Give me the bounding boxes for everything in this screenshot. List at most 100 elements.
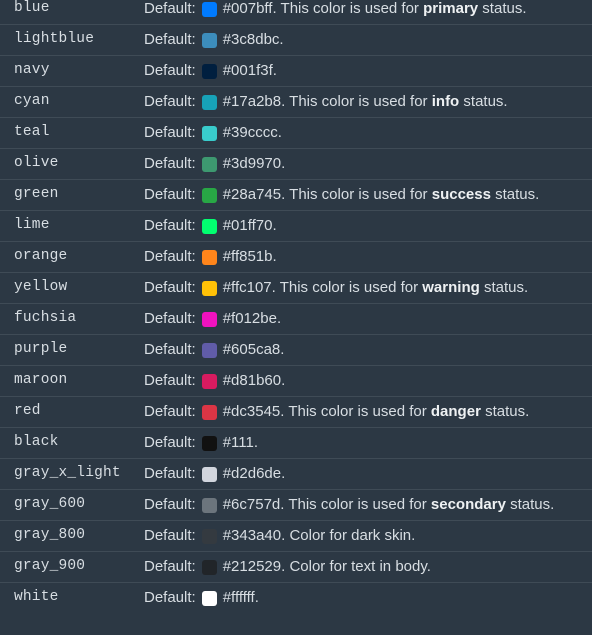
color-row: yellowDefault:#ffc107. This color is use… bbox=[0, 272, 592, 303]
color-description: Default: #3d9970. bbox=[144, 155, 582, 173]
default-label: Default: bbox=[144, 341, 196, 359]
color-swatch bbox=[202, 498, 217, 513]
default-label: Default: bbox=[144, 403, 196, 421]
default-label: Default: bbox=[144, 62, 196, 80]
color-hex-value: #343a40 bbox=[223, 527, 281, 545]
color-description: Default: #ff851b. bbox=[144, 248, 582, 266]
terminator: . bbox=[279, 31, 283, 49]
color-variable-name: gray_x_light bbox=[14, 465, 144, 482]
color-variable-name: white bbox=[14, 589, 144, 606]
color-variable-name: gray_900 bbox=[14, 558, 144, 575]
color-swatch bbox=[202, 591, 217, 606]
terminator: . bbox=[272, 248, 276, 266]
color-variable-name: cyan bbox=[14, 93, 144, 110]
status-note: . This color is used for info status. bbox=[281, 93, 507, 111]
color-description: Default: #dc3545. This color is used for … bbox=[144, 403, 582, 421]
color-description: Default: #001f3f. bbox=[144, 62, 582, 80]
status-keyword: danger bbox=[431, 403, 481, 420]
color-variable-name: yellow bbox=[14, 279, 144, 296]
terminator: . bbox=[278, 124, 282, 142]
color-description: Default:#ffc107. This color is used for … bbox=[144, 279, 582, 297]
color-swatch bbox=[202, 343, 217, 358]
color-variable-name: lime bbox=[14, 217, 144, 234]
color-description: Default:#d2d6de. bbox=[144, 465, 582, 483]
terminator: . bbox=[254, 434, 258, 452]
color-description: Default:#39cccc. bbox=[144, 124, 582, 142]
color-description: Default:#28a745. This color is used for … bbox=[144, 186, 582, 204]
default-label: Default: bbox=[144, 124, 196, 142]
color-hex-value: #ff851b bbox=[223, 248, 273, 266]
color-variable-name: maroon bbox=[14, 372, 144, 389]
terminator: . bbox=[281, 155, 285, 173]
color-description: Default:#3c8dbc. bbox=[144, 31, 582, 49]
color-variable-name: navy bbox=[14, 62, 144, 79]
color-row: gray_x_lightDefault:#d2d6de. bbox=[0, 458, 592, 489]
status-note: . This color is used for danger status. bbox=[280, 403, 529, 421]
color-description: Default:#007bff. This color is used for … bbox=[144, 0, 582, 18]
status-keyword: warning bbox=[422, 279, 480, 296]
color-row: maroonDefault:#d81b60. bbox=[0, 365, 592, 396]
color-description: Default: #111. bbox=[144, 434, 582, 452]
default-label: Default: bbox=[144, 310, 196, 328]
color-row: limeDefault:#01ff70. bbox=[0, 210, 592, 241]
color-row: gray_600Default:#6c757d. This color is u… bbox=[0, 489, 592, 520]
terminator: . bbox=[277, 310, 281, 328]
default-label: Default: bbox=[144, 372, 196, 390]
color-hex-value: #007bff bbox=[223, 0, 273, 18]
terminator: . bbox=[272, 217, 276, 235]
color-swatch bbox=[202, 467, 217, 482]
default-label: Default: bbox=[144, 31, 196, 49]
default-label: Default: bbox=[144, 155, 196, 173]
color-variable-name: red bbox=[14, 403, 144, 420]
default-label: Default: bbox=[144, 186, 196, 204]
color-row: gray_900Default:#212529. Color for text … bbox=[0, 551, 592, 582]
default-label: Default: bbox=[144, 434, 196, 452]
default-label: Default: bbox=[144, 248, 196, 266]
color-swatch bbox=[202, 436, 217, 451]
color-swatch bbox=[202, 281, 217, 296]
default-label: Default: bbox=[144, 217, 196, 235]
default-label: Default: bbox=[144, 589, 196, 607]
color-description: Default:#d81b60. bbox=[144, 372, 582, 390]
color-hex-value: #111 bbox=[223, 434, 254, 452]
extra-note: . Color for text in body. bbox=[281, 558, 431, 576]
status-keyword: secondary bbox=[431, 496, 506, 513]
color-swatch bbox=[202, 250, 217, 265]
color-hex-value: #f012be bbox=[223, 310, 277, 328]
default-label: Default: bbox=[144, 93, 196, 111]
default-label: Default: bbox=[144, 496, 196, 514]
color-swatch bbox=[202, 126, 217, 141]
color-hex-value: #17a2b8 bbox=[223, 93, 281, 111]
color-hex-value: #001f3f bbox=[223, 62, 273, 80]
color-row: blueDefault:#007bff. This color is used … bbox=[0, 0, 592, 24]
color-variable-name: gray_800 bbox=[14, 527, 144, 544]
default-label: Default: bbox=[144, 279, 196, 297]
color-variable-name: black bbox=[14, 434, 144, 451]
color-hex-value: #3d9970 bbox=[223, 155, 281, 173]
terminator: . bbox=[273, 62, 277, 80]
color-row: oliveDefault:#3d9970. bbox=[0, 148, 592, 179]
color-row: greenDefault:#28a745. This color is used… bbox=[0, 179, 592, 210]
color-description: Default: #f012be. bbox=[144, 310, 582, 328]
color-hex-value: #28a745 bbox=[223, 186, 281, 204]
color-variable-name: purple bbox=[14, 341, 144, 358]
color-hex-value: #605ca8 bbox=[223, 341, 281, 359]
terminator: . bbox=[255, 589, 259, 607]
color-swatch bbox=[202, 64, 217, 79]
color-row: whiteDefault:#ffffff. bbox=[0, 582, 592, 613]
color-variable-name: orange bbox=[14, 248, 144, 265]
color-row: lightblueDefault:#3c8dbc. bbox=[0, 24, 592, 55]
color-hex-value: #d81b60 bbox=[223, 372, 281, 390]
status-note: . This color is used for secondary statu… bbox=[280, 496, 554, 514]
color-row: tealDefault:#39cccc. bbox=[0, 117, 592, 148]
color-swatch bbox=[202, 157, 217, 172]
color-description: Default:#ffffff. bbox=[144, 589, 582, 607]
color-hex-value: #dc3545 bbox=[223, 403, 281, 421]
color-variable-name: teal bbox=[14, 124, 144, 141]
color-swatch bbox=[202, 374, 217, 389]
color-variable-name: lightblue bbox=[14, 31, 144, 48]
color-swatch bbox=[202, 560, 217, 575]
color-swatch bbox=[202, 188, 217, 203]
color-hex-value: #d2d6de bbox=[223, 465, 281, 483]
color-row: cyanDefault: #17a2b8. This color is used … bbox=[0, 86, 592, 117]
